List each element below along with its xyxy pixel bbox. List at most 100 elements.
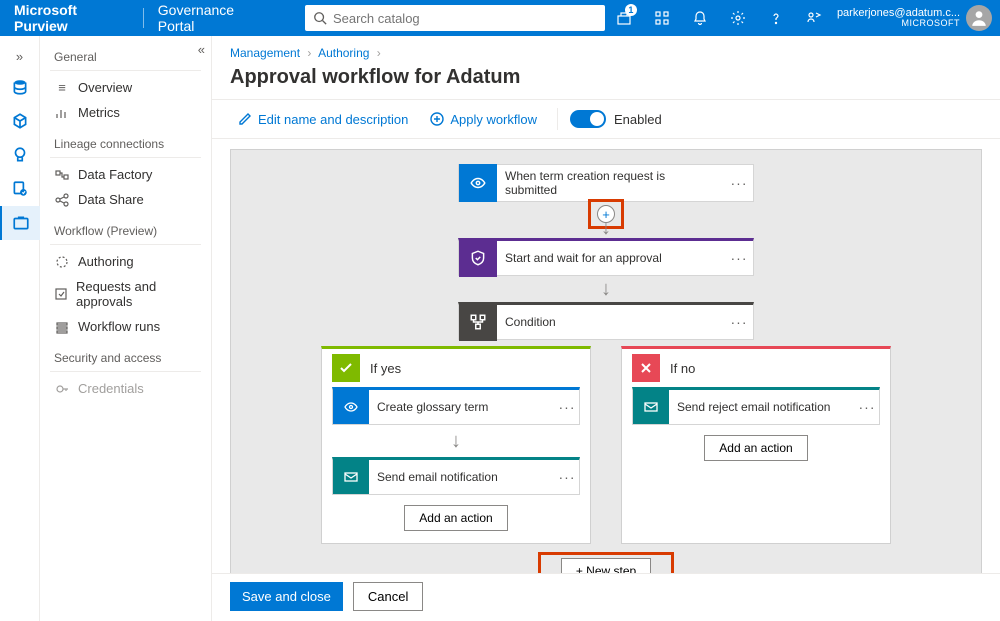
- callout-highlight: + New step: [541, 555, 671, 573]
- sidebar-item-data-share[interactable]: Data Share: [40, 187, 211, 212]
- gear-icon[interactable]: [719, 0, 757, 36]
- cross-icon: [632, 354, 660, 382]
- rail-expand-icon[interactable]: »: [0, 42, 40, 70]
- runs-icon: [54, 320, 70, 334]
- section-workflow: Workflow (Preview): [40, 218, 211, 242]
- add-action-button[interactable]: Add an action: [704, 435, 807, 461]
- approval-icon: [459, 239, 497, 277]
- rail-item-catalog[interactable]: [0, 104, 40, 138]
- card-label: Send email notification: [369, 470, 555, 484]
- notification-badge: 1: [625, 4, 637, 16]
- plus-circle-icon: [430, 112, 444, 126]
- divider: [50, 70, 201, 71]
- sidebar-item-label: Workflow runs: [78, 319, 160, 334]
- enabled-toggle-wrap: Enabled: [570, 110, 662, 128]
- breadcrumb-link[interactable]: Management: [230, 46, 300, 60]
- search-box[interactable]: [305, 5, 605, 31]
- more-icon[interactable]: ···: [725, 250, 753, 266]
- sidebar-item-metrics[interactable]: Metrics: [40, 100, 211, 125]
- rail-item-insights[interactable]: [0, 138, 40, 172]
- grid-icon[interactable]: [643, 0, 681, 36]
- sidebar-item-runs[interactable]: Workflow runs: [40, 314, 211, 339]
- branch-label: If yes: [370, 361, 401, 376]
- condition-card[interactable]: Condition ···: [458, 302, 754, 340]
- cmd-label: Edit name and description: [258, 112, 408, 127]
- sidebar-item-label: Authoring: [78, 254, 134, 269]
- sidebar-item-data-factory[interactable]: Data Factory: [40, 162, 211, 187]
- divider: [50, 371, 201, 372]
- add-action-row: Add an action: [332, 505, 580, 531]
- brand-name[interactable]: Microsoft Purview: [0, 2, 143, 34]
- breadcrumb-link[interactable]: Authoring: [318, 46, 369, 60]
- credentials-icon: [54, 382, 70, 396]
- more-icon[interactable]: ···: [555, 469, 579, 485]
- arrow-down-icon: ↓: [332, 425, 580, 457]
- rail-item-sources[interactable]: [0, 70, 40, 104]
- check-icon: [332, 354, 360, 382]
- create-term-card[interactable]: Create glossary term ···: [332, 387, 580, 425]
- trigger-card[interactable]: When term creation request is submitted …: [458, 164, 754, 202]
- edit-name-button[interactable]: Edit name and description: [230, 108, 416, 131]
- rail-item-management[interactable]: [0, 206, 40, 240]
- main-content: Management › Authoring › Approval workfl…: [212, 36, 1000, 621]
- sidebar-item-authoring[interactable]: Authoring: [40, 249, 211, 274]
- arrow-down-icon: ↓: [601, 279, 611, 299]
- cmd-label: Apply workflow: [450, 112, 537, 127]
- requests-icon: [54, 287, 68, 301]
- send-email-card[interactable]: Send email notification ···: [332, 457, 580, 495]
- card-label: Start and wait for an approval: [497, 251, 725, 265]
- command-bar: Edit name and description Apply workflow…: [212, 99, 1000, 139]
- condition-icon: [459, 303, 497, 341]
- canvas-scroll[interactable]: When term creation request is submitted …: [212, 139, 1000, 573]
- connector: + ↓: [591, 202, 621, 238]
- sidebar-item-credentials[interactable]: Credentials: [40, 376, 211, 401]
- footer-bar: Save and close Cancel: [212, 573, 1000, 621]
- search-input[interactable]: [333, 11, 597, 26]
- card-label: Send reject email notification: [669, 400, 855, 414]
- bell-icon[interactable]: [681, 0, 719, 36]
- send-reject-card[interactable]: Send reject email notification ···: [632, 387, 880, 425]
- apply-workflow-button[interactable]: Apply workflow: [422, 108, 545, 131]
- data-share-icon: [54, 193, 70, 207]
- search-icon: [313, 11, 327, 25]
- more-icon[interactable]: ···: [725, 175, 753, 191]
- page-title: Approval workflow for Adatum: [212, 62, 1000, 99]
- separator: [557, 108, 558, 130]
- authoring-icon: [54, 255, 70, 269]
- sidebar-item-label: Data Factory: [78, 167, 152, 182]
- search-wrap: [305, 5, 605, 31]
- sidebar-item-label: Data Share: [78, 192, 144, 207]
- approval-card[interactable]: Start and wait for an approval ···: [458, 238, 754, 276]
- enabled-toggle[interactable]: [570, 110, 606, 128]
- cancel-button[interactable]: Cancel: [353, 582, 423, 611]
- rail-item-policy[interactable]: [0, 172, 40, 206]
- eye-icon: [459, 164, 497, 202]
- new-step-button[interactable]: + New step: [561, 558, 651, 573]
- portal-name[interactable]: Governance Portal: [144, 2, 283, 34]
- workflow-canvas: When term creation request is submitted …: [230, 149, 982, 573]
- help-icon[interactable]: [757, 0, 795, 36]
- pencil-icon: [238, 112, 252, 126]
- more-icon[interactable]: ···: [555, 399, 579, 415]
- sidebar-item-requests[interactable]: Requests and approvals: [40, 274, 211, 314]
- topbar-actions: 1 parkerjones@adatum.c... MICROSOFT: [605, 0, 1000, 36]
- user-text: parkerjones@adatum.c... MICROSOFT: [837, 7, 960, 29]
- add-action-button[interactable]: Add an action: [404, 505, 507, 531]
- branch-label: If no: [670, 361, 695, 376]
- more-icon[interactable]: ···: [725, 314, 753, 330]
- save-button[interactable]: Save and close: [230, 582, 343, 611]
- more-icon[interactable]: ···: [855, 399, 879, 415]
- top-bar: Microsoft Purview Governance Portal 1: [0, 0, 1000, 36]
- diagnostics-icon[interactable]: 1: [605, 0, 643, 36]
- avatar[interactable]: [966, 5, 992, 31]
- left-rail: »: [0, 36, 40, 621]
- branch-header: If yes: [332, 349, 580, 387]
- chevron-right-icon: ›: [303, 46, 315, 60]
- feedback-icon[interactable]: [795, 0, 833, 36]
- side-collapse-icon[interactable]: «: [198, 42, 205, 57]
- side-panel: « General ≡Overview Metrics Lineage conn…: [40, 36, 212, 621]
- brand-block: Microsoft Purview Governance Portal: [0, 0, 283, 36]
- sidebar-item-overview[interactable]: ≡Overview: [40, 75, 211, 100]
- condition-branches: If yes Create glossary term ··· ↓ Send e…: [321, 346, 891, 544]
- user-block[interactable]: parkerjones@adatum.c... MICROSOFT: [833, 5, 1000, 31]
